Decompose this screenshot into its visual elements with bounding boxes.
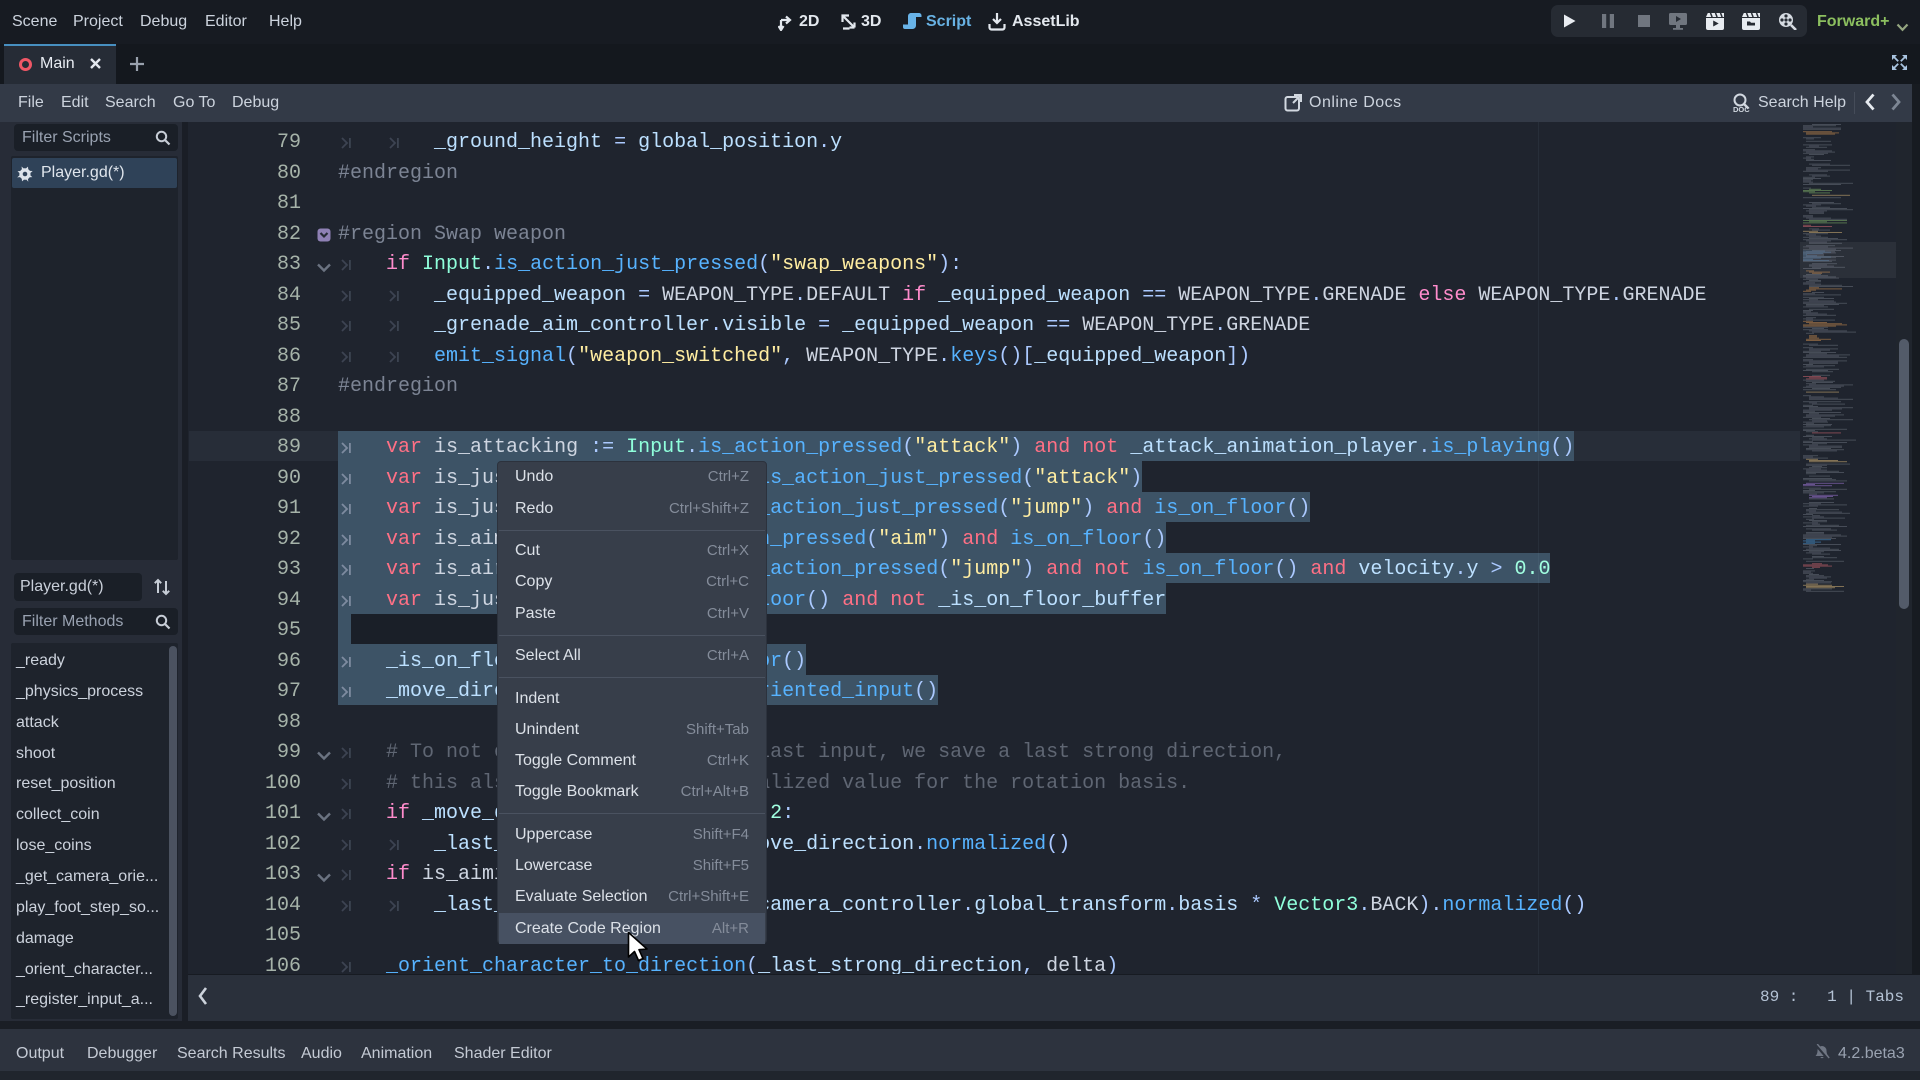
svg-text:DOC: DOC [1733,105,1750,113]
